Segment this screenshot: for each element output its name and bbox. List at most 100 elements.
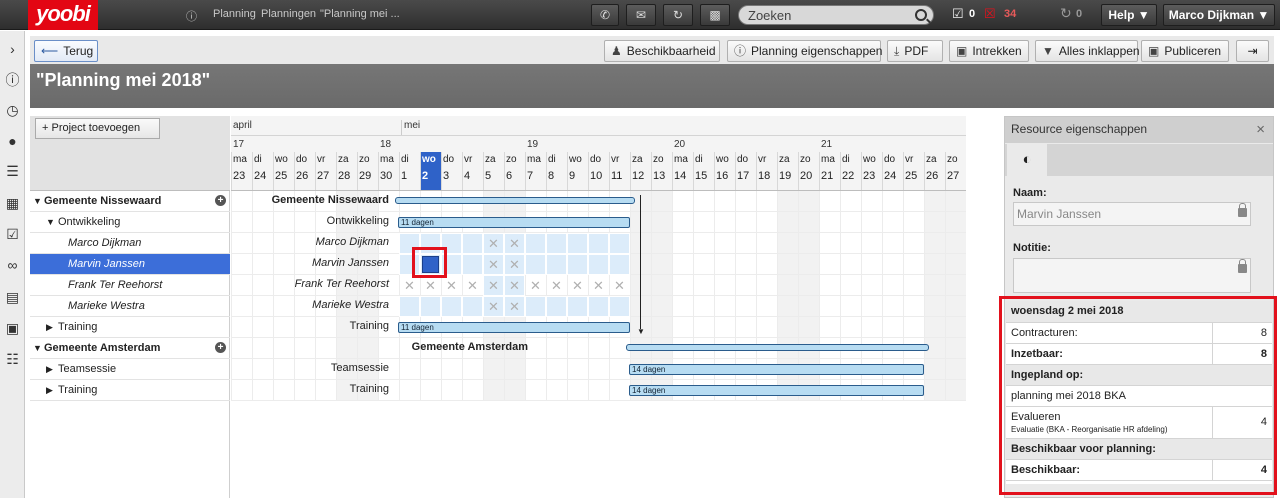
mail-icon[interactable]: ✉ [626,4,656,26]
add-circle-icon[interactable]: + [215,195,226,206]
info-icon[interactable]: ⓘ [3,71,22,90]
availability-cell[interactable] [399,296,420,317]
tree-row-teamsessie[interactable]: ▶ Teamsessie [30,359,230,380]
export-icon[interactable]: ▩ [700,4,730,26]
tree-row-frank-ter-reehorst[interactable]: Frank Ter Reehorst [30,275,230,296]
availability-cell[interactable] [525,254,546,275]
availability-cell[interactable] [462,296,483,317]
tree-row-marvin-janssen[interactable]: Marvin Janssen [30,254,230,275]
availability-cell[interactable] [609,254,630,275]
day-header[interactable]: za 19 [777,152,798,190]
day-header[interactable]: vr 25 [903,152,924,190]
user-menu-button[interactable]: Marco Dijkman ▼ [1163,4,1275,26]
availability-cell[interactable] [588,296,609,317]
collapse-caret-icon[interactable]: ▼ [33,191,42,211]
availability-cell[interactable] [546,296,567,317]
help-button[interactable]: Help ▼ [1101,4,1157,26]
day-header[interactable]: za 26 [924,152,945,190]
day-header[interactable]: vr 11 [609,152,630,190]
unavailable-mark[interactable]: ✕ [399,275,420,296]
availability-cell[interactable] [546,254,567,275]
day-header[interactable]: di 22 [840,152,861,190]
clipboard-check-icon[interactable]: ☑ [3,225,22,244]
day-header[interactable]: zo 6 [504,152,525,190]
calendar-grid-icon[interactable]: ▦ [3,194,22,213]
task-bar-teamsessie[interactable]: 14 dagen [629,364,924,375]
day-header[interactable]: zo 20 [798,152,819,190]
availability-cell[interactable] [609,233,630,254]
availability-cell[interactable] [567,296,588,317]
day-header[interactable]: di 1 [399,152,420,190]
day-header[interactable]: ma 7 [525,152,546,190]
availability-cell[interactable] [546,233,567,254]
availability-cell[interactable] [609,296,630,317]
add-circle-icon[interactable]: + [215,342,226,353]
publiceren-button[interactable]: ▣ Publiceren [1141,40,1229,62]
day-header[interactable]: ma 21 [819,152,840,190]
info-icon[interactable]: ⓘ [186,8,197,24]
unavailable-mark[interactable]: ✕ [588,275,609,296]
availability-cell[interactable] [567,233,588,254]
unavailable-mark[interactable]: ✕ [420,275,441,296]
alles-inklappen-button[interactable]: ▼ Alles inklappen [1035,40,1140,62]
search-icon[interactable] [915,9,927,21]
search-input[interactable]: Zoeken [738,5,934,25]
yoobi-logo[interactable]: yoobi [28,0,98,30]
day-header[interactable]: za 28 [336,152,357,190]
phone-icon[interactable]: ✆ [591,4,619,26]
day-header[interactable]: ma 23 [231,152,252,190]
tree-row-marieke-westra[interactable]: Marieke Westra [30,296,230,317]
day-header[interactable]: do 24 [882,152,903,190]
coins-icon[interactable]: ☰ [3,162,22,181]
unavailable-mark[interactable]: ✕ [567,275,588,296]
day-header[interactable]: vr 18 [756,152,777,190]
day-header[interactable]: zo 27 [945,152,966,190]
refresh-icon[interactable]: ↻ [663,4,693,26]
day-header[interactable]: ma 14 [672,152,693,190]
day-header[interactable]: vr 4 [462,152,483,190]
task-bar-training[interactable]: 11 dagen [398,322,630,333]
day-header[interactable]: di 24 [252,152,273,190]
day-header[interactable]: do 10 [588,152,609,190]
day-header[interactable]: wo 23 [861,152,882,190]
availability-cell[interactable] [462,233,483,254]
expand-caret-icon[interactable]: ▶ [46,359,53,379]
day-header[interactable]: wo 9 [567,152,588,190]
summary-bar-nissewaard[interactable] [395,197,635,204]
day-header[interactable]: za 5 [483,152,504,190]
day-header[interactable]: do 17 [735,152,756,190]
task-bar-ontwikkeling[interactable]: 11 dagen [398,217,630,228]
day-header[interactable]: do 3 [441,152,462,190]
breadcrumb-current[interactable]: "Planning mei ... [320,8,400,20]
availability-cell[interactable] [462,254,483,275]
day-header[interactable]: vr 27 [315,152,336,190]
day-header[interactable]: di 15 [693,152,714,190]
collapse-caret-icon[interactable]: ▼ [33,338,42,358]
clock-icon[interactable]: ◷ [3,101,22,120]
expand-caret-icon[interactable]: ▶ [46,380,53,400]
exit-panel-icon[interactable]: ⇥ [1236,40,1269,62]
piggy-bank-icon[interactable]: ● [3,132,22,151]
availability-cell[interactable] [441,296,462,317]
unavailable-mark[interactable]: ✕ [546,275,567,296]
unavailable-mark[interactable]: ✕ [462,275,483,296]
paperclip-icon[interactable]: ∞ [3,256,22,275]
task-bar-training-amsterdam[interactable]: 14 dagen [629,385,924,396]
dashboard-gauge-icon[interactable]: ◐ [1007,144,1047,176]
beschikbaarheid-button[interactable]: ♟ Beschikbaarheid [604,40,720,62]
expand-caret-icon[interactable]: ▶ [46,317,53,337]
day-header[interactable]: ma 30 [378,152,399,190]
availability-cell[interactable] [567,254,588,275]
availability-cell[interactable] [420,296,441,317]
tree-row-training-amsterdam[interactable]: ▶ Training [30,380,230,401]
pdf-button[interactable]: ⤓ PDF [887,40,943,62]
briefcase-icon[interactable]: ▣ [3,319,22,338]
alerts-icon[interactable]: ☒ [984,6,996,22]
day-header[interactable]: za 12 [630,152,651,190]
breadcrumb-planningen[interactable]: Planningen [261,8,316,20]
day-header[interactable]: zo 29 [357,152,378,190]
day-header[interactable]: wo 2 [420,152,441,190]
unavailable-mark[interactable]: ✕ [609,275,630,296]
intrekken-button[interactable]: ▣ Intrekken [949,40,1029,62]
tree-row-training[interactable]: ▶ Training [30,317,230,338]
